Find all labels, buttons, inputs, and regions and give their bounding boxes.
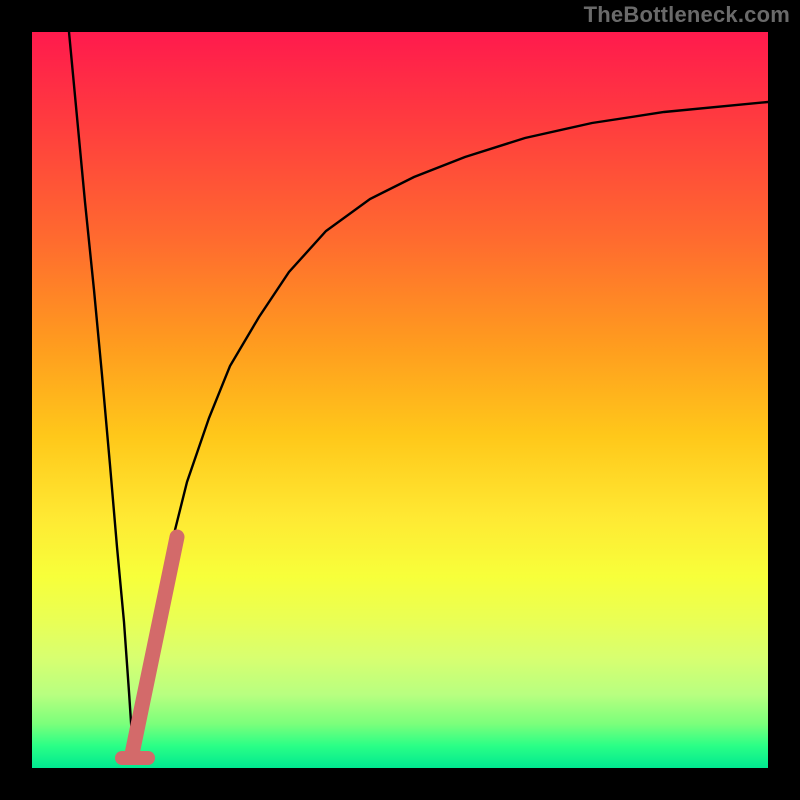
curve-layer [32, 32, 768, 768]
marker-highlight [132, 537, 177, 754]
bottleneck-curve [69, 32, 768, 756]
chart-frame: TheBottleneck.com [0, 0, 800, 800]
watermark-text: TheBottleneck.com [584, 2, 790, 28]
plot-area [32, 32, 768, 768]
